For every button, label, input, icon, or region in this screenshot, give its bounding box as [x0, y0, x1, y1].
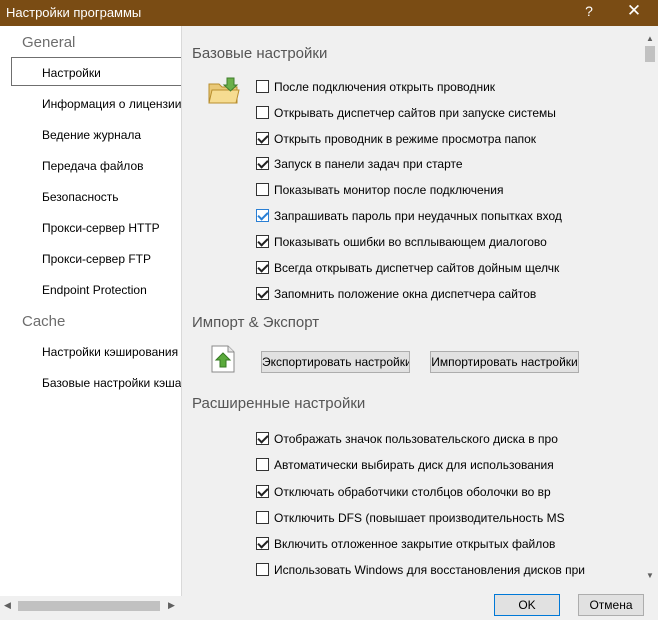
export-settings-button[interactable]: Экспортировать настройки — [261, 351, 410, 373]
folder-icon — [208, 77, 240, 104]
close-button[interactable]: ✕ — [624, 1, 644, 21]
sidebar: General Настройки Информация о лицензии … — [0, 26, 182, 596]
option-explorer-folder-view[interactable]: Открыть проводник в режиме просмотра пап… — [256, 131, 536, 147]
sidebar-item-settings[interactable]: Настройки — [42, 66, 101, 80]
sidebar-group-cache: Cache — [22, 313, 66, 330]
checkbox[interactable] — [256, 537, 269, 551]
checkbox[interactable] — [256, 485, 269, 499]
sidebar-item-proxy-ftp[interactable]: Прокси-сервер FTP — [42, 252, 151, 266]
option-open-site-manager-on-startup[interactable]: Открывать диспетчер сайтов при запуске с… — [256, 105, 556, 121]
sidebar-item-security[interactable]: Безопасность — [42, 190, 119, 204]
checkbox[interactable] — [256, 132, 269, 146]
option-use-windows-for-recovery[interactable]: Использовать Windows для восстановления … — [256, 562, 585, 578]
horizontal-scrollbar[interactable]: ◀ ▶ — [0, 596, 182, 616]
option-disable-column-handlers[interactable]: Отключать обработчики столбцов оболочки … — [256, 484, 551, 500]
option-show-user-drive-icon[interactable]: Отображать значок пользовательского диск… — [256, 431, 558, 447]
option-start-in-taskbar[interactable]: Запуск в панели задач при старте — [256, 156, 463, 172]
sidebar-item-endpoint-protection[interactable]: Endpoint Protection — [42, 283, 147, 297]
window-title: Настройки программы — [6, 5, 142, 20]
scroll-thumb[interactable] — [18, 601, 160, 611]
checkbox[interactable] — [256, 106, 269, 120]
settings-panel: Базовые настройки После подключения откр… — [182, 26, 642, 596]
option-ask-password-on-failure[interactable]: Запрашивать пароль при неудачных попытка… — [256, 208, 562, 224]
sidebar-item-license[interactable]: Информация о лицензии — [42, 97, 181, 111]
option-auto-select-drive[interactable]: Автоматически выбирать диск для использо… — [256, 457, 554, 473]
scroll-left-icon[interactable]: ◀ — [4, 600, 11, 611]
checkbox[interactable] — [256, 209, 269, 223]
checkbox[interactable] — [256, 183, 269, 197]
sidebar-item-file-transfer[interactable]: Передача файлов — [42, 159, 144, 173]
checkbox[interactable] — [256, 235, 269, 249]
option-open-explorer-after-connect[interactable]: После подключения открыть проводник — [256, 79, 495, 95]
option-show-monitor-after-connect[interactable]: Показывать монитор после подключения — [256, 182, 503, 198]
sidebar-item-cache-settings[interactable]: Настройки кэширования — [42, 345, 178, 359]
export-icon — [211, 345, 235, 373]
checkbox[interactable] — [256, 432, 269, 446]
option-open-site-manager-double-click[interactable]: Всегда открывать диспетчер сайтов дойным… — [256, 260, 559, 276]
option-show-errors-in-popup[interactable]: Показывать ошибки во всплывающем диалого… — [256, 234, 547, 250]
checkbox[interactable] — [256, 563, 269, 577]
section-title-import-export: Импорт & Экспорт — [192, 314, 320, 331]
option-disable-dfs[interactable]: Отключить DFS (повышает производительнос… — [256, 510, 565, 526]
ok-button[interactable]: OK — [494, 594, 560, 616]
import-settings-button[interactable]: Импортировать настройки — [430, 351, 579, 373]
checkbox[interactable] — [256, 511, 269, 525]
scroll-right-icon[interactable]: ▶ — [168, 600, 175, 611]
checkbox[interactable] — [256, 287, 269, 301]
checkbox[interactable] — [256, 458, 269, 472]
section-title-advanced: Расширенные настройки — [192, 395, 366, 412]
scroll-down-icon[interactable]: ▼ — [646, 571, 654, 580]
checkbox[interactable] — [256, 157, 269, 171]
sidebar-group-general: General — [22, 34, 76, 51]
option-delayed-close-files[interactable]: Включить отложенное закрытие открытых фа… — [256, 536, 555, 552]
section-title-basic: Базовые настройки — [192, 45, 328, 62]
sidebar-item-cache-basic[interactable]: Базовые настройки кэша — [42, 376, 181, 390]
cancel-button[interactable]: Отмена — [578, 594, 644, 616]
sidebar-item-logging[interactable]: Ведение журнала — [42, 128, 141, 142]
title-bar: Настройки программы ? ✕ — [0, 0, 658, 26]
sidebar-item-proxy-http[interactable]: Прокси-сервер HTTP — [42, 221, 160, 235]
vertical-scrollbar[interactable]: ▲ ▼ — [642, 26, 658, 596]
option-remember-site-manager-position[interactable]: Запомнить положение окна диспетчера сайт… — [256, 286, 536, 302]
checkbox[interactable] — [256, 80, 269, 94]
checkbox[interactable] — [256, 261, 269, 275]
scroll-thumb[interactable] — [645, 46, 655, 62]
help-button[interactable]: ? — [581, 3, 597, 19]
scroll-up-icon[interactable]: ▲ — [646, 34, 654, 43]
